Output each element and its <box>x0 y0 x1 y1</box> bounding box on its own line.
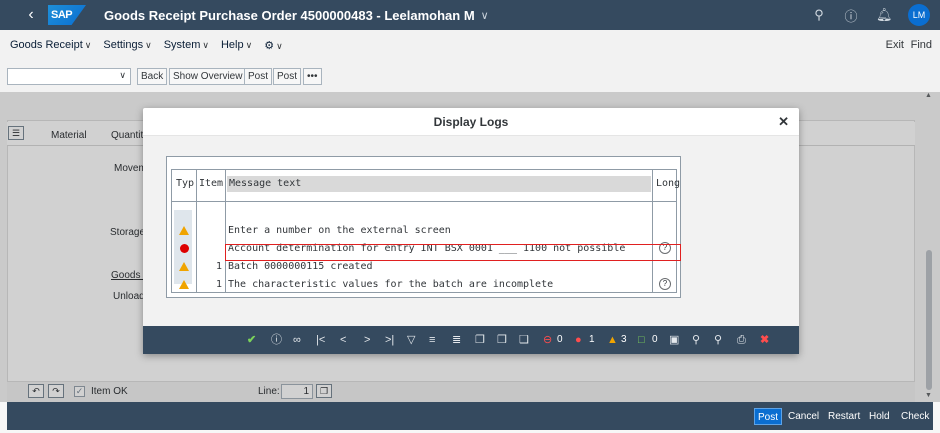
settings-gear-menu[interactable]: ⚙ ∨ <box>264 39 282 52</box>
warning-icon <box>177 278 191 292</box>
menu-label: Goods Receipt <box>10 39 83 51</box>
export-icon[interactable]: ❑ <box>519 332 529 348</box>
chevron-down-icon: ∨ <box>276 40 283 51</box>
help-icon[interactable]: ⓘ <box>844 6 858 25</box>
info-count-icon[interactable]: □ <box>638 332 645 348</box>
sort-ascending-icon[interactable]: ≡ <box>429 332 435 348</box>
column-item[interactable]: Item <box>199 176 223 192</box>
sap-logo[interactable]: SAP <box>48 5 86 25</box>
menu-label: Settings <box>103 39 144 51</box>
cancel-icon[interactable]: ✖ <box>760 332 769 348</box>
log-table-frame: Typ Item Message text Long Enter a numbe… <box>166 156 681 298</box>
search-next-icon[interactable]: ⚲ <box>714 332 722 348</box>
column-message[interactable]: Message text <box>229 176 301 192</box>
previous-icon[interactable]: < <box>340 332 346 348</box>
check-button[interactable]: Check <box>898 408 932 425</box>
dialog-title: Display Logs <box>143 108 799 136</box>
log-table: Typ Item Message text Long Enter a numbe… <box>171 169 681 294</box>
gear-icon: ⚙ <box>264 39 275 52</box>
help-icon[interactable]: ⓘ <box>271 332 282 348</box>
chevron-down-icon[interactable]: ∨ <box>481 9 489 22</box>
chevron-down-icon: ∨ <box>119 70 126 80</box>
menu-bar: Goods Receipt ∨ Settings ∨ System ∨ Help ∨ ⚙… <box>0 30 940 60</box>
post-footer-button[interactable]: Post <box>754 408 783 425</box>
notification-bell-icon[interactable]: 🔔︎ <box>876 7 893 23</box>
sort-descending-icon[interactable]: ≣ <box>452 332 461 348</box>
dialog-toolbar: ✔ ⓘ ∞ |< < > >| ▽ ≡ ≣ ❐ ❒ ❑ ⊖ 0 ● 1 ▲ 3 … <box>143 326 799 354</box>
binoculars-icon[interactable]: ∞ <box>293 332 301 348</box>
close-icon[interactable]: ✕ <box>778 114 789 130</box>
chevron-down-icon: ∨ <box>245 40 253 50</box>
chevron-down-icon: ∨ <box>84 40 92 50</box>
warning-icon <box>177 260 191 274</box>
exit-button[interactable]: Exit <box>886 39 904 51</box>
show-overview-button[interactable]: Show Overview <box>169 68 247 85</box>
action-select[interactable]: ∨ <box>7 68 131 85</box>
long-text-icon[interactable]: ? <box>659 278 671 290</box>
column-typ[interactable]: Typ <box>176 176 194 192</box>
row-message: The characteristic values for the batch … <box>228 279 554 290</box>
stop-count: 0 <box>557 334 563 345</box>
hold-button[interactable]: Hold <box>866 408 893 425</box>
menu-label: System <box>163 39 201 51</box>
shell-bar: ‹ SAP Goods Receipt Purchase Order 45000… <box>0 0 940 30</box>
filter-icon[interactable]: ▽ <box>407 332 415 348</box>
info-count: 0 <box>652 334 658 345</box>
menu-label: Help <box>220 39 244 51</box>
back-button[interactable]: Back <box>137 68 168 85</box>
stop-icon[interactable]: ⊖ <box>543 332 552 348</box>
cancel-button[interactable]: Cancel <box>785 408 822 425</box>
error-count-icon[interactable]: ● <box>575 332 582 348</box>
first-page-icon[interactable]: |< <box>316 332 325 348</box>
chevron-down-icon: ∨ <box>202 40 209 50</box>
copy-icon[interactable]: ❐ <box>475 332 485 348</box>
layout-icon[interactable]: ❒ <box>497 332 507 348</box>
row-message: Enter a number on the external screen <box>228 225 451 236</box>
footer-bar: Post Cancel Restart Hold Check <box>7 402 933 430</box>
print-icon[interactable]: ⎙ <box>737 332 746 348</box>
header-divider <box>172 201 676 202</box>
selected-row-highlight <box>225 244 681 261</box>
error-count: 1 <box>589 334 595 345</box>
more-button[interactable]: ••• <box>303 68 322 85</box>
warning-count: 3 <box>621 334 627 345</box>
menu-system[interactable]: System ∨ <box>164 39 209 51</box>
app-title[interactable]: Goods Receipt Purchase Order 4500000483 … <box>104 8 475 23</box>
toolbar: ∨ Back Show Overview Post Post ••• <box>0 60 940 92</box>
column-long[interactable]: Long <box>656 176 680 192</box>
row-item: 1 <box>215 279 222 290</box>
details-icon[interactable]: ▣ <box>669 332 679 348</box>
menu-settings[interactable]: Settings ∨ <box>103 39 151 51</box>
error-icon <box>177 242 191 256</box>
row-item: 1 <box>215 261 222 272</box>
dialog-body: Typ Item Message text Long Enter a numbe… <box>143 136 799 326</box>
confirm-icon[interactable]: ✔ <box>247 332 256 348</box>
avatar[interactable]: LM <box>908 4 930 26</box>
find-button[interactable]: Find <box>911 39 932 51</box>
post-button[interactable]: Post <box>244 68 273 85</box>
menu-goods-receipt[interactable]: Goods Receipt ∨ <box>10 39 91 51</box>
search-icon[interactable]: ⚲ <box>692 332 700 348</box>
search-icon[interactable]: ⚲ <box>812 7 826 23</box>
table-row[interactable]: Enter a number on the external screen <box>172 222 676 240</box>
table-row[interactable]: 1 The characteristic values for the batc… <box>172 276 676 294</box>
last-page-icon[interactable]: >| <box>385 332 394 348</box>
post-button-2[interactable]: Post <box>273 68 302 85</box>
back-icon[interactable]: ‹ <box>20 6 42 24</box>
menu-help[interactable]: Help ∨ <box>221 39 252 51</box>
display-logs-dialog: Display Logs ✕ Typ Item Message text Lon… <box>143 108 799 354</box>
chevron-down-icon: ∨ <box>145 40 152 50</box>
next-icon[interactable]: > <box>364 332 370 348</box>
restart-button[interactable]: Restart <box>825 408 863 425</box>
warning-icon <box>177 224 191 238</box>
warning-count-icon[interactable]: ▲ <box>607 332 618 348</box>
